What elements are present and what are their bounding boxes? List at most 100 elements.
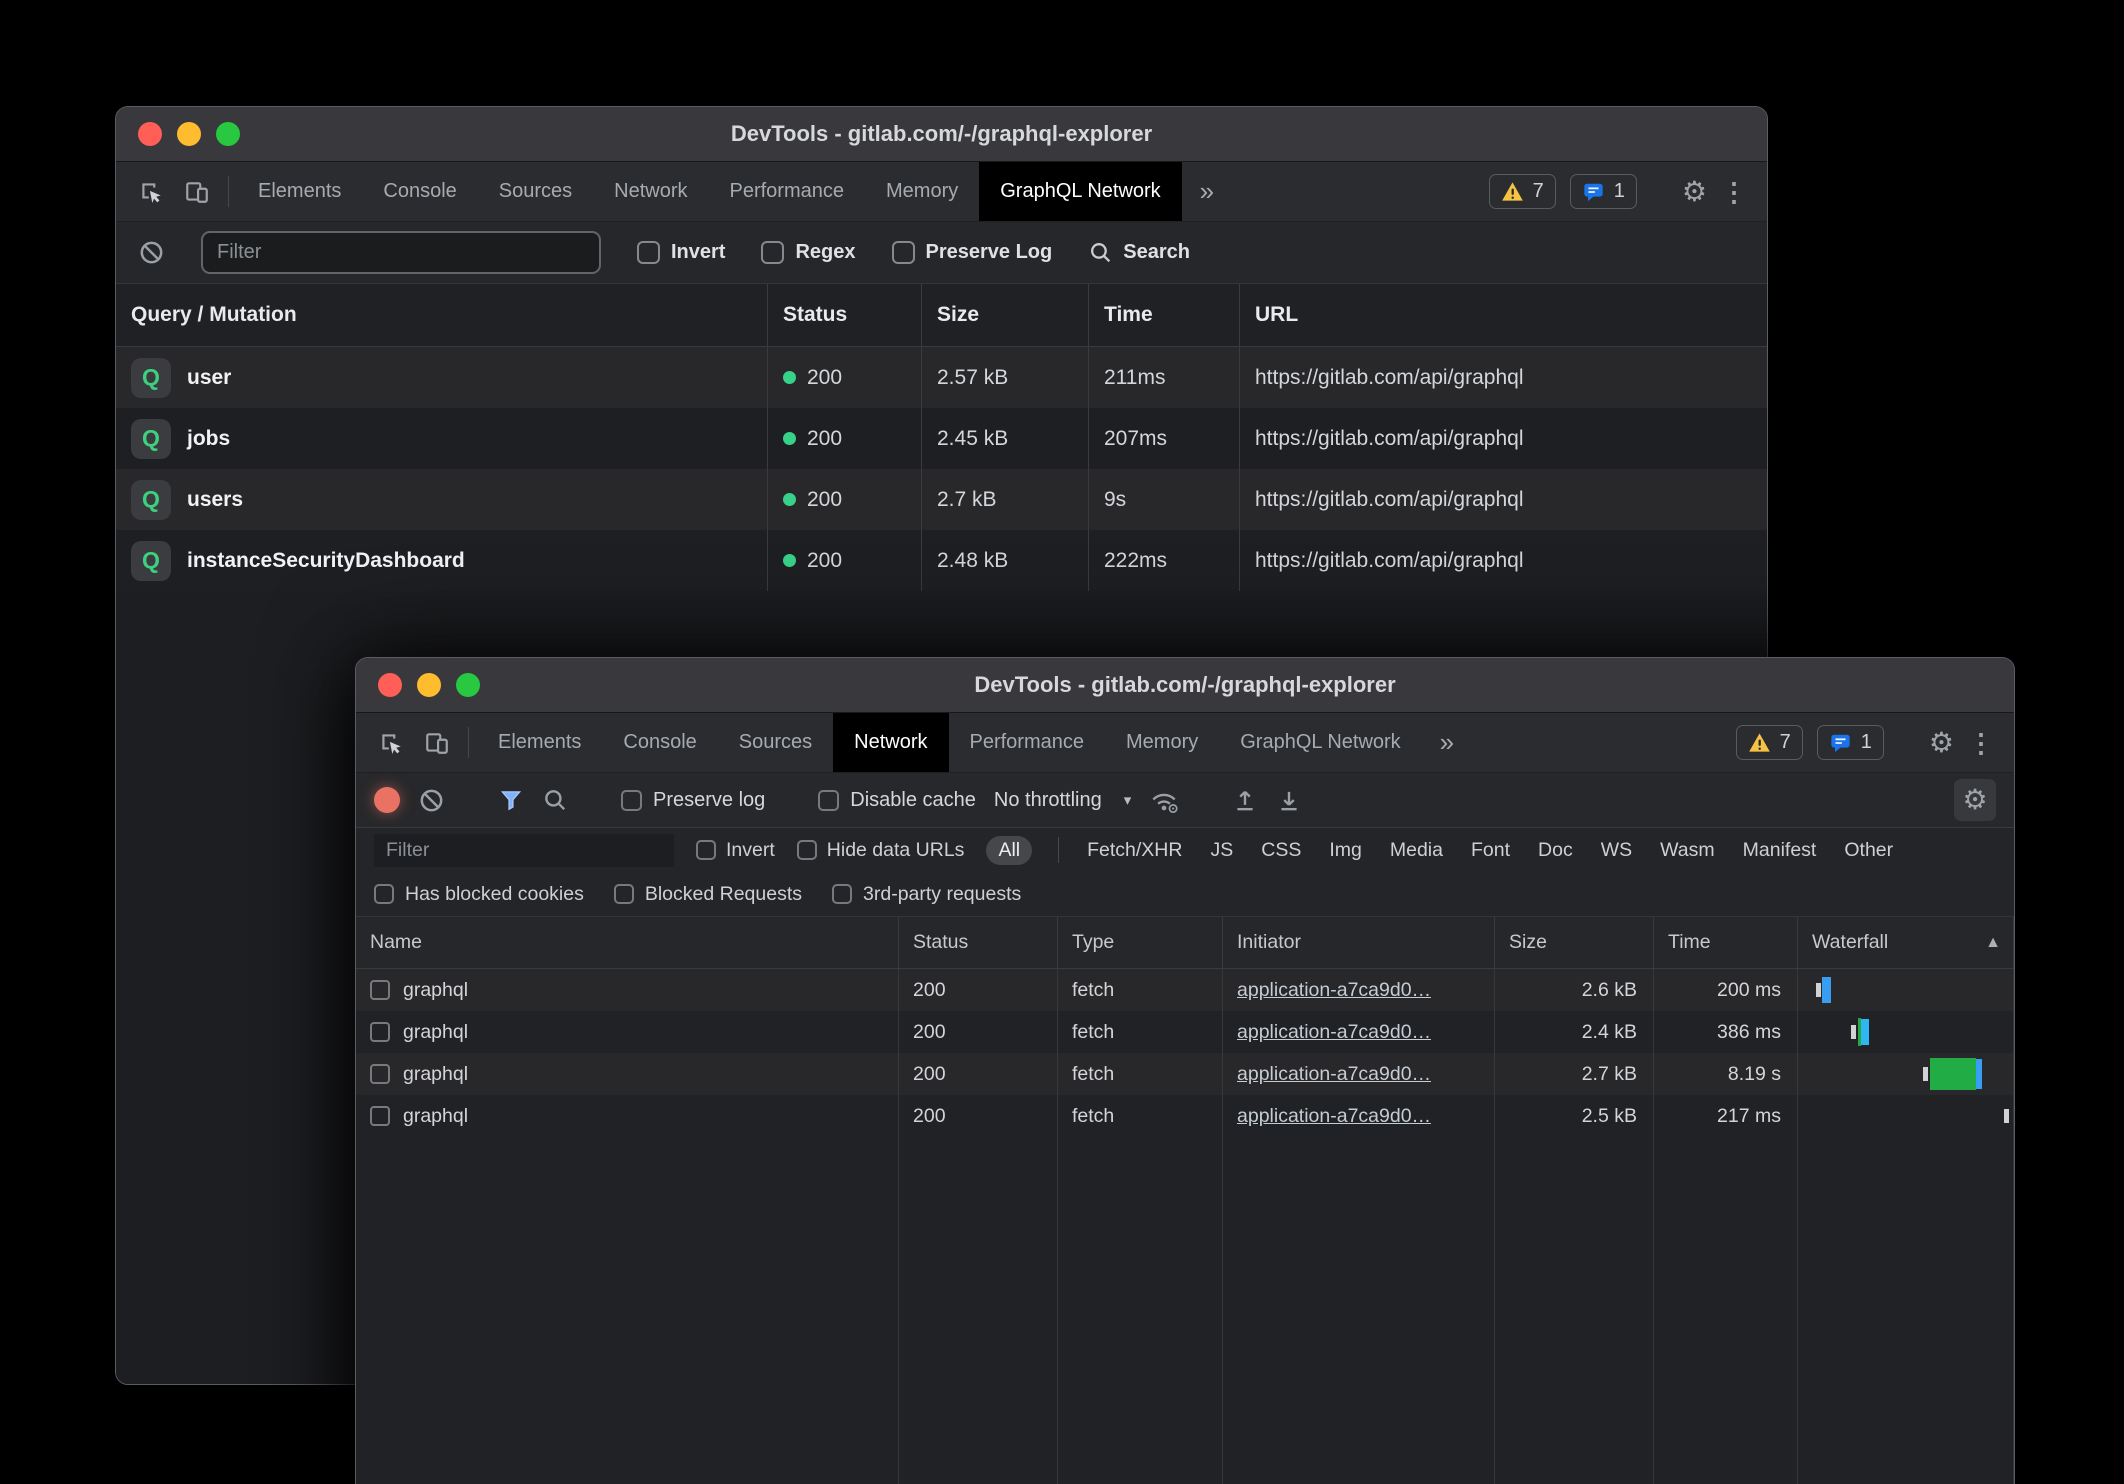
device-toolbar-icon[interactable] <box>414 713 460 772</box>
import-har-icon[interactable] <box>1232 787 1258 814</box>
tab-console[interactable]: Console <box>602 713 717 772</box>
checkbox-third-party-requests[interactable]: 3rd-party requests <box>832 883 1021 906</box>
tab-performance[interactable]: Performance <box>949 713 1106 772</box>
tab-sources[interactable]: Sources <box>718 713 833 772</box>
minimize-button[interactable] <box>417 673 441 697</box>
tab-memory[interactable]: Memory <box>865 162 979 221</box>
column-header-waterfall[interactable]: Waterfall▲ <box>1798 917 2014 968</box>
tab-memory[interactable]: Memory <box>1105 713 1219 772</box>
filter-chip-media[interactable]: Media <box>1388 836 1445 865</box>
warnings-badge[interactable]: 7 <box>1736 725 1803 760</box>
titlebar[interactable]: DevTools - gitlab.com/-/graphql-explorer <box>356 658 2014 713</box>
table-row[interactable]: Qjobs2002.45 kB207mshttps://gitlab.com/a… <box>116 408 1767 469</box>
filter-chip-img[interactable]: Img <box>1327 836 1364 865</box>
export-har-icon[interactable] <box>1276 787 1302 814</box>
close-button[interactable] <box>138 122 162 146</box>
clear-icon[interactable] <box>138 239 165 266</box>
table-row[interactable]: graphql200fetchapplication-a7ca9d0…2.7 k… <box>356 1053 2014 1095</box>
menu-icon[interactable]: ⋮ <box>1968 730 1994 756</box>
close-button[interactable] <box>378 673 402 697</box>
messages-badge[interactable]: 1 <box>1817 725 1884 760</box>
more-tabs-chevron[interactable]: » <box>1182 162 1232 221</box>
network-settings-button[interactable]: ⚙ <box>1954 779 1996 821</box>
filter-chip-all[interactable]: All <box>986 836 1032 865</box>
checkbox-preserve-log[interactable]: Preserve log <box>621 789 765 812</box>
filter-chip-fetch-xhr[interactable]: Fetch/XHR <box>1085 836 1184 865</box>
filter-chip-ws[interactable]: WS <box>1599 836 1634 865</box>
more-tabs-chevron[interactable]: » <box>1422 713 1472 772</box>
tab-elements[interactable]: Elements <box>237 162 362 221</box>
zoom-button[interactable] <box>216 122 240 146</box>
table-row[interactable]: graphql200fetchapplication-a7ca9d0…2.5 k… <box>356 1095 2014 1137</box>
checkbox-has-blocked-cookies[interactable]: Has blocked cookies <box>374 883 584 906</box>
filter-chip-font[interactable]: Font <box>1469 836 1512 865</box>
initiator-link[interactable]: application-a7ca9d0… <box>1237 979 1431 1002</box>
table-row[interactable]: graphql200fetchapplication-a7ca9d0…2.6 k… <box>356 969 2014 1011</box>
network-conditions-icon[interactable] <box>1149 787 1179 814</box>
column-header-time[interactable]: Time <box>1654 917 1798 968</box>
tab-graphql-network[interactable]: GraphQL Network <box>1219 713 1421 772</box>
titlebar[interactable]: DevTools - gitlab.com/-/graphql-explorer <box>116 107 1767 162</box>
settings-icon[interactable]: ⚙ <box>1929 729 1954 757</box>
zoom-button[interactable] <box>456 673 480 697</box>
tab-graphql-network[interactable]: GraphQL Network <box>979 162 1181 221</box>
device-toolbar-icon[interactable] <box>174 162 220 221</box>
column-header-status[interactable]: Status <box>768 284 922 346</box>
row-checkbox[interactable] <box>370 1064 390 1084</box>
column-header-status[interactable]: Status <box>899 917 1058 968</box>
table-row[interactable]: QinstanceSecurityDashboard2002.48 kB222m… <box>116 530 1767 591</box>
messages-badge[interactable]: 1 <box>1570 174 1637 209</box>
minimize-button[interactable] <box>177 122 201 146</box>
column-header-initiator[interactable]: Initiator <box>1223 917 1495 968</box>
column-header-type[interactable]: Type <box>1058 917 1223 968</box>
checkbox-invert[interactable]: Invert <box>637 241 725 264</box>
row-checkbox[interactable] <box>370 1106 390 1126</box>
row-checkbox[interactable] <box>370 1022 390 1042</box>
column-header-size[interactable]: Size <box>1495 917 1654 968</box>
checkbox-blocked-requests[interactable]: Blocked Requests <box>614 883 802 906</box>
table-row[interactable]: graphql200fetchapplication-a7ca9d0…2.4 k… <box>356 1011 2014 1053</box>
column-header-time[interactable]: Time <box>1089 284 1240 346</box>
clear-icon[interactable] <box>418 787 445 814</box>
tab-console[interactable]: Console <box>362 162 477 221</box>
tab-performance[interactable]: Performance <box>709 162 866 221</box>
column-header-url[interactable]: URL <box>1240 284 1767 346</box>
filter-chip-wasm[interactable]: Wasm <box>1658 836 1717 865</box>
settings-icon[interactable]: ⚙ <box>1682 178 1707 206</box>
checkbox-regex[interactable]: Regex <box>761 241 855 264</box>
filter-input[interactable] <box>374 834 674 867</box>
column-header-size[interactable]: Size <box>922 284 1089 346</box>
initiator-link[interactable]: application-a7ca9d0… <box>1237 1063 1431 1086</box>
column-header-query-mutation[interactable]: Query / Mutation <box>116 284 768 346</box>
warnings-badge[interactable]: 7 <box>1489 174 1556 209</box>
filter-funnel-icon[interactable] <box>498 787 524 813</box>
filter-chip-js[interactable]: JS <box>1208 836 1235 865</box>
inspect-element-icon[interactable] <box>368 713 414 772</box>
inspect-element-icon[interactable] <box>128 162 174 221</box>
initiator-link[interactable]: application-a7ca9d0… <box>1237 1021 1431 1044</box>
table-row[interactable]: Quser2002.57 kB211mshttps://gitlab.com/a… <box>116 347 1767 408</box>
table-row[interactable]: Qusers2002.7 kB9shttps://gitlab.com/api/… <box>116 469 1767 530</box>
checkbox-invert[interactable]: Invert <box>696 839 775 862</box>
tab-network[interactable]: Network <box>593 162 708 221</box>
tab-elements[interactable]: Elements <box>477 713 602 772</box>
query-cell: Qusers <box>116 469 768 530</box>
filter-chip-manifest[interactable]: Manifest <box>1741 836 1819 865</box>
search-icon[interactable] <box>542 787 568 813</box>
menu-icon[interactable]: ⋮ <box>1721 179 1747 205</box>
search-button[interactable]: Search <box>1088 240 1190 265</box>
column-header-name[interactable]: Name <box>356 917 899 968</box>
checkbox-hide-data-urls[interactable]: Hide data URLs <box>797 839 965 862</box>
record-button[interactable] <box>374 787 400 813</box>
filter-chip-doc[interactable]: Doc <box>1536 836 1575 865</box>
filter-input[interactable] <box>201 231 601 274</box>
row-checkbox[interactable] <box>370 980 390 1000</box>
checkbox-disable-cache[interactable]: Disable cache <box>818 789 976 812</box>
tab-network[interactable]: Network <box>833 713 948 772</box>
tab-sources[interactable]: Sources <box>478 162 593 221</box>
throttling-dropdown[interactable]: No throttling ▾ <box>994 789 1131 812</box>
filter-chip-other[interactable]: Other <box>1842 836 1895 865</box>
checkbox-preserve-log[interactable]: Preserve Log <box>892 241 1053 264</box>
initiator-link[interactable]: application-a7ca9d0… <box>1237 1105 1431 1128</box>
filter-chip-css[interactable]: CSS <box>1259 836 1303 865</box>
